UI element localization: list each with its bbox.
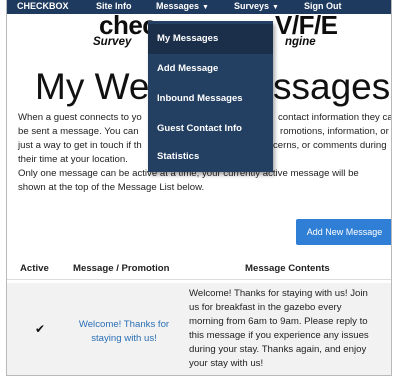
- intro-line-1-left: When a guest connects to yo: [18, 112, 142, 123]
- column-header-promotion: Message / Promotion: [73, 263, 170, 274]
- menu-item-add-message[interactable]: Add Message: [148, 54, 273, 84]
- menu-item-my-messages[interactable]: My Messages: [148, 24, 273, 54]
- contents-line: us for breakfast in the gazebo every: [189, 302, 342, 313]
- add-new-message-button[interactable]: Add New Message: [296, 219, 391, 245]
- message-promotion-link[interactable]: Welcome! Thanks for staying with us!: [68, 318, 180, 346]
- contents-line: this message if you experience any issue…: [189, 330, 369, 341]
- menu-item-inbound-messages[interactable]: Inbound Messages: [148, 84, 273, 114]
- promotion-line: staying with us!: [91, 333, 157, 344]
- intro-line-4: their time at your location.: [18, 154, 128, 165]
- promotion-line: Welcome! Thanks for: [78, 319, 170, 330]
- logo-sub-right: ngine: [285, 36, 316, 48]
- logo-sub-left: Survey: [93, 36, 132, 48]
- intro-line-2-right: romotions, information, or: [280, 126, 389, 137]
- intro-line-2-left: be sent a message. You can: [18, 126, 139, 137]
- check-icon: ✔: [35, 322, 46, 336]
- nav-messages[interactable]: Messages ▼: [156, 0, 209, 14]
- nav-surveys-label: Surveys: [234, 1, 270, 11]
- intro-line-3-right: cerns, or comments during: [273, 140, 387, 151]
- note-line-2: shown at the top of the Message List bel…: [18, 182, 205, 193]
- page-title-left: My Wel: [35, 66, 158, 107]
- intro-line-1-right: contact information they can: [278, 112, 392, 123]
- menu-item-statistics[interactable]: Statistics: [148, 142, 273, 172]
- column-header-active: Active: [20, 263, 49, 274]
- chevron-down-icon: ▼: [202, 4, 209, 11]
- messages-dropdown-menu: My Messages Add Message Inbound Messages…: [148, 21, 273, 172]
- contents-line: Welcome! Thanks for staying with us! Joi…: [189, 288, 368, 299]
- contents-line: morning from 6am to 9am. Please reply to: [189, 316, 368, 327]
- app-window: CHECKBOX Site Info Messages ▼ Surveys ▼ Si…: [6, 0, 392, 376]
- contents-line: your stay with us!: [189, 358, 264, 369]
- nav-brand[interactable]: CHECKBOX: [17, 0, 69, 14]
- page-title-right: ssages: [273, 66, 391, 107]
- intro-line-3-left: just a way to get in touch if th: [18, 140, 142, 151]
- nav-surveys[interactable]: Surveys ▼: [234, 0, 279, 14]
- table-header-divider: [7, 279, 391, 280]
- nav-messages-label: Messages: [156, 1, 200, 11]
- message-contents: Welcome! Thanks for staying with us! Joi…: [189, 287, 389, 371]
- menu-item-guest-contact-info[interactable]: Guest Contact Info: [148, 114, 273, 144]
- contents-line: during your stay. Thanks again, and enjo…: [189, 344, 367, 355]
- column-header-contents: Message Contents: [245, 263, 330, 274]
